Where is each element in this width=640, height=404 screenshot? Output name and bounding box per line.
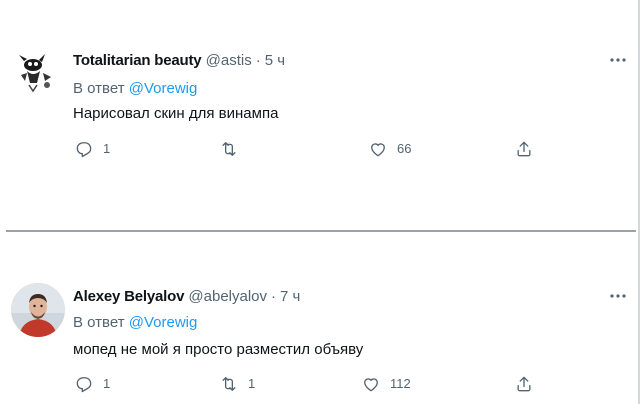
avatar[interactable] [11,283,65,337]
reply-button[interactable]: 1 [74,374,110,394]
display-name[interactable]: Alexey Belyalov [73,288,184,305]
timestamp[interactable]: 5 ч [265,52,285,69]
share-icon [517,141,531,157]
share-button[interactable] [514,374,534,394]
like-count: 112 [390,376,411,391]
reply-context: В ответ @Vorewig [73,80,197,98]
tweet-text: Нарисовал скин для винампа [73,105,279,122]
user-handle[interactable]: @abelyalov [188,288,267,305]
tweet[interactable]: Alexey Belyalov @abelyalov · 7 ч В ответ @… [0,232,640,404]
like-count: 66 [397,141,412,156]
avatar[interactable] [9,43,63,97]
reply-button[interactable]: 1 [74,139,110,159]
timeline: Totalitarian beauty @astis · 5 ч В ответ @… [0,0,640,404]
tweet-header: Alexey Belyalov @abelyalov · 7 ч [73,288,300,306]
more-horizontal-icon[interactable] [608,291,628,301]
retweet-button[interactable]: 1 [219,374,255,394]
reply-prefix: В ответ [73,314,125,331]
tweet-text: мопед не мой я просто разместил объяву [73,341,364,358]
separator: · [271,288,277,305]
retweet-count: 1 [248,376,256,391]
reply-count: 1 [103,376,111,391]
separator: · [255,52,261,69]
user-handle[interactable]: @astis [206,52,252,69]
retweet-button[interactable] [219,139,248,159]
reply-count: 1 [103,141,111,156]
reply-mention-link[interactable]: @Vorewig [129,314,198,331]
heart-icon [371,143,385,157]
tweet[interactable]: Totalitarian beauty @astis · 5 ч В ответ @… [0,0,640,200]
reply-icon [76,377,92,393]
tweet-actions: 1 1 112 [0,374,640,394]
tweet-header: Totalitarian beauty @astis · 5 ч [73,52,285,70]
more-horizontal-icon[interactable] [608,55,628,65]
heart-icon [364,378,378,392]
reply-context: В ответ @Vorewig [73,314,197,332]
avatar-image [9,43,63,97]
reply-mention-link[interactable]: @Vorewig [129,80,198,97]
share-button[interactable] [514,139,534,159]
display-name[interactable]: Totalitarian beauty [73,52,202,69]
avatar-image [11,283,65,337]
like-button[interactable]: 66 [368,139,411,159]
timestamp[interactable]: 7 ч [280,288,300,305]
reply-icon [76,142,92,158]
retweet-icon [222,377,236,391]
reply-prefix: В ответ [73,80,125,97]
like-button[interactable]: 112 [361,374,411,394]
retweet-icon [222,142,236,156]
tweet-actions: 1 66 [0,139,640,159]
share-icon [517,376,531,392]
